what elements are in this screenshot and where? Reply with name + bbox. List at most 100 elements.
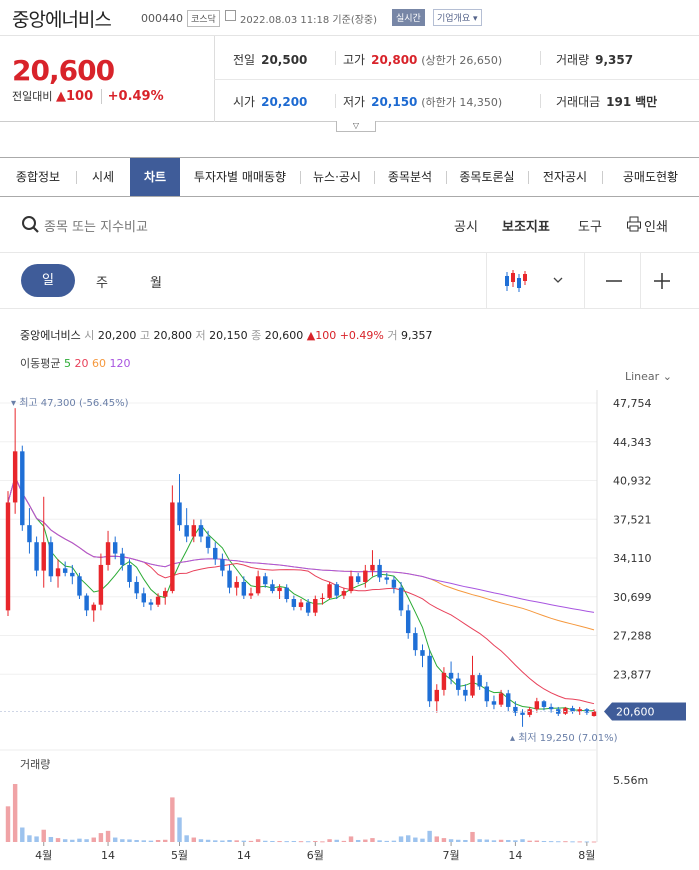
candle-body bbox=[470, 675, 475, 696]
moving-average-line bbox=[7, 475, 595, 705]
volume-bar bbox=[313, 840, 318, 842]
candle-body bbox=[5, 502, 11, 611]
x-tick-label: 14 bbox=[237, 849, 251, 862]
volume-bar bbox=[434, 836, 439, 842]
candle-body bbox=[34, 542, 39, 571]
candle-body bbox=[463, 689, 468, 696]
candle-body bbox=[155, 596, 161, 605]
volume-bar bbox=[170, 797, 175, 842]
candle-body bbox=[441, 672, 447, 690]
volume-bar bbox=[341, 840, 347, 842]
volume-title: 거래량 bbox=[20, 758, 50, 771]
price-chart[interactable]: 47,754 44,343 40,932 37,521 34,110 30,699 27,2… bbox=[0, 0, 699, 870]
candle-body bbox=[120, 553, 125, 565]
x-tick-label: 8월 bbox=[578, 849, 595, 862]
volume-bar bbox=[305, 841, 311, 843]
volume-bar bbox=[148, 840, 154, 842]
volume-bar bbox=[12, 784, 18, 842]
volume-bar bbox=[548, 841, 554, 843]
candle-body bbox=[255, 576, 261, 594]
candle-body bbox=[527, 709, 532, 715]
volume-bar bbox=[84, 839, 89, 842]
volume-bar bbox=[363, 839, 368, 842]
volume-bar bbox=[198, 839, 204, 842]
volume-bar bbox=[284, 841, 289, 843]
candle-body bbox=[341, 591, 347, 596]
candle-body bbox=[134, 581, 139, 594]
volume-bar bbox=[98, 833, 104, 842]
candle-body bbox=[220, 559, 225, 571]
volume-bar bbox=[355, 839, 361, 842]
candle-body bbox=[584, 709, 590, 713]
candle-body bbox=[84, 595, 89, 611]
volume-bar bbox=[484, 839, 490, 842]
candle-body bbox=[191, 525, 197, 537]
volume-bar bbox=[413, 837, 418, 842]
candle-body bbox=[291, 599, 297, 607]
candle-body bbox=[348, 576, 354, 592]
volume-bar bbox=[177, 817, 182, 842]
volume-bar bbox=[77, 838, 82, 842]
candle-body bbox=[241, 581, 247, 596]
x-tick-label: 6월 bbox=[307, 849, 324, 862]
candle-body bbox=[12, 451, 18, 503]
volume-bar bbox=[377, 840, 382, 842]
volume-bar bbox=[62, 839, 68, 842]
y-tick-label: 40,932 bbox=[613, 475, 652, 488]
volume-bar bbox=[277, 841, 282, 843]
volume-bar bbox=[105, 830, 111, 842]
candle-body bbox=[320, 597, 325, 600]
volume-bar bbox=[370, 838, 375, 842]
candle-body bbox=[498, 693, 504, 705]
volume-bar bbox=[213, 840, 218, 842]
volume-bar bbox=[220, 840, 225, 842]
candle-body bbox=[105, 542, 111, 565]
candle-body bbox=[184, 525, 189, 537]
min-price-label: ▴ 최저 19,250 (7.01%) bbox=[510, 732, 618, 744]
candle-body bbox=[355, 576, 361, 582]
volume-bar bbox=[427, 830, 432, 842]
candle-body bbox=[405, 610, 411, 634]
candle-body bbox=[213, 547, 218, 560]
candle-body bbox=[434, 689, 439, 702]
volume-bar bbox=[48, 836, 54, 842]
candle-body bbox=[163, 591, 168, 597]
candle-body bbox=[384, 577, 389, 580]
candle-body bbox=[91, 604, 96, 611]
volume-bar bbox=[470, 831, 475, 842]
candle-body bbox=[234, 581, 239, 588]
volume-bar bbox=[120, 839, 125, 842]
candle-body bbox=[427, 655, 432, 702]
volume-bar bbox=[255, 839, 261, 842]
volume-bar bbox=[184, 835, 189, 842]
candle-body bbox=[98, 564, 104, 605]
volume-bar bbox=[91, 837, 96, 842]
volume-bar bbox=[20, 827, 25, 842]
y-tick-label: 23,877 bbox=[613, 668, 652, 681]
candle-body bbox=[520, 712, 525, 715]
volume-bar bbox=[163, 839, 168, 842]
max-price-label: ▾ 최고 47,300 (-56.45%) bbox=[11, 397, 129, 409]
volume-bar bbox=[398, 836, 404, 842]
volume-bar bbox=[456, 839, 461, 842]
candle-body bbox=[506, 693, 511, 707]
y-tick-label: 44,343 bbox=[613, 436, 652, 449]
candle-body bbox=[448, 672, 454, 679]
volume-bar bbox=[134, 839, 139, 842]
volume-bar bbox=[448, 839, 454, 842]
candle-body bbox=[177, 502, 182, 526]
y-tick-label: 37,521 bbox=[613, 513, 652, 526]
y-tick-label: 30,699 bbox=[613, 591, 652, 604]
candle-body bbox=[263, 576, 268, 585]
volume-bar bbox=[577, 841, 582, 843]
volume-bar bbox=[498, 839, 504, 842]
candle-body bbox=[55, 568, 61, 577]
volume-bar bbox=[291, 840, 297, 842]
volume-bar bbox=[463, 839, 468, 842]
moving-average-line bbox=[7, 475, 595, 613]
candle-body bbox=[420, 650, 425, 656]
volume-bar bbox=[298, 841, 304, 843]
volume-bar bbox=[241, 840, 247, 842]
volume-bar bbox=[527, 840, 532, 842]
candle-body bbox=[484, 686, 490, 702]
